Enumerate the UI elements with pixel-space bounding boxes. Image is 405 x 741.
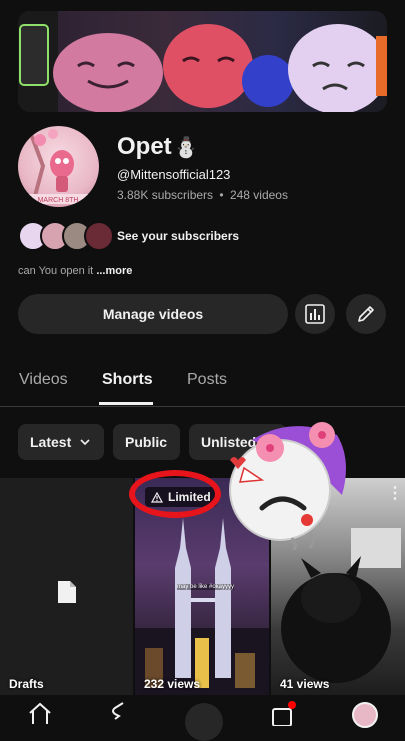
bottom-navigation — [0, 697, 405, 741]
active-tab-indicator — [99, 402, 153, 405]
more-options-icon[interactable]: ⋮ — [387, 486, 403, 502]
drafts-tile[interactable]: Drafts — [0, 478, 133, 695]
create-button[interactable] — [185, 703, 223, 741]
channel-handle: @Mittensofficial123 — [117, 167, 231, 182]
snowman-emoji: ⛄ — [173, 137, 199, 159]
channel-banner — [18, 11, 387, 112]
view-count: 232 views — [144, 677, 201, 691]
notification-dot — [288, 701, 296, 709]
pencil-icon — [358, 306, 374, 322]
banner-artwork — [18, 11, 387, 112]
more-link[interactable]: ...more — [96, 265, 132, 277]
see-subscribers-link[interactable]: See your subscribers — [117, 229, 239, 243]
short-caption: may be like #okayyyy — [177, 584, 235, 590]
channel-avatar[interactable]: MARCH 8TH — [18, 126, 99, 207]
subscriber-count: 3.88K subscribers — [117, 188, 214, 202]
tab-posts[interactable]: Posts — [187, 371, 227, 389]
chevron-down-icon — [80, 439, 90, 446]
subscriber-avatars[interactable] — [18, 221, 114, 251]
analytics-button[interactable] — [295, 294, 335, 334]
shorts-icon[interactable] — [109, 701, 133, 724]
emoji-sticker — [229, 422, 346, 550]
channel-tabs: Videos Shorts Posts — [0, 360, 405, 407]
svg-text:MARCH 8TH: MARCH 8TH — [38, 197, 79, 204]
manage-videos-button[interactable]: Manage videos — [18, 294, 288, 334]
channel-description[interactable]: can You open it ...more — [18, 265, 132, 277]
edit-channel-button[interactable] — [346, 294, 386, 334]
channel-stats: 3.88K subscribers • 248 videos — [117, 188, 288, 202]
avatar-artwork: MARCH 8TH — [26, 126, 90, 207]
sort-latest-chip[interactable]: Latest — [18, 424, 104, 460]
profile-avatar[interactable] — [352, 702, 378, 728]
tab-shorts[interactable]: Shorts — [102, 371, 153, 389]
annotation-circle — [129, 470, 221, 518]
tab-videos[interactable]: Videos — [19, 371, 68, 389]
view-count: 41 views — [280, 677, 330, 691]
filter-public-chip[interactable]: Public — [113, 424, 180, 460]
home-icon[interactable] — [28, 701, 52, 724]
video-count: 248 videos — [229, 188, 288, 202]
channel-name: Opet ⛄ — [117, 133, 199, 160]
subscriber-avatar — [84, 221, 114, 251]
drafts-label: Drafts — [9, 677, 44, 691]
bar-chart-icon — [305, 304, 325, 324]
document-icon — [58, 581, 76, 603]
